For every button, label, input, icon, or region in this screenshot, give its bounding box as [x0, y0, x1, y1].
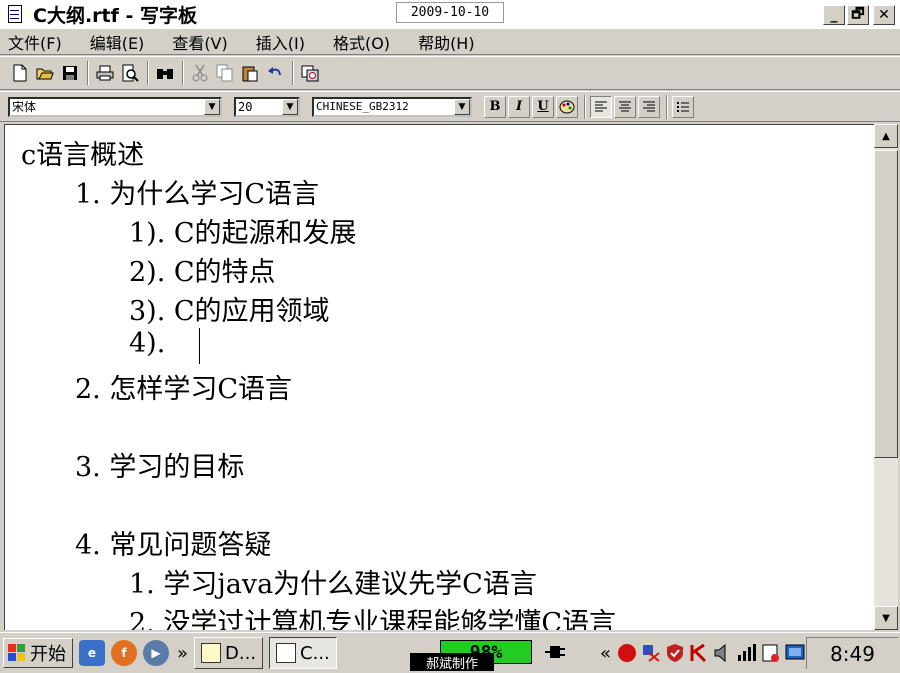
taskbar: 开始 e f ▶ » D... C... 98% 郝斌制作 « 8:49 — [0, 632, 900, 673]
bold-button[interactable]: B — [484, 95, 506, 118]
network-icon[interactable] — [641, 643, 661, 663]
task-button-wordpad[interactable]: C... — [269, 637, 337, 669]
volume-icon[interactable] — [713, 643, 733, 663]
restore-button[interactable]: 🗗 — [847, 5, 869, 25]
open-folder-icon[interactable] — [33, 61, 57, 85]
document-area[interactable]: c语言概述 1. 为什么学习C语言 1). C的起源和发展 2). C的特点 3… — [4, 124, 874, 630]
insert-datetime-icon[interactable] — [298, 61, 322, 85]
display-icon[interactable] — [785, 643, 805, 663]
font-name-value: 宋体 — [12, 100, 37, 114]
scroll-down-icon[interactable]: ▼ — [874, 606, 898, 630]
tray-expand[interactable]: « — [600, 643, 611, 664]
italic-button[interactable]: I — [508, 95, 530, 118]
bullets-icon[interactable] — [672, 95, 694, 118]
align-center-icon[interactable] — [614, 95, 636, 118]
menu-edit[interactable]: 编辑(E) — [86, 30, 149, 54]
minimize-button[interactable]: _ — [823, 5, 845, 25]
folder-icon — [201, 643, 222, 663]
script-value: CHINESE_GB2312 — [316, 100, 409, 113]
chevron-down-icon[interactable]: ▼ — [204, 98, 220, 115]
wordpad-icon[interactable] — [5, 4, 27, 26]
find-binoculars-icon[interactable] — [153, 61, 177, 85]
task-label: D... — [225, 642, 257, 664]
copy-icon[interactable] — [213, 61, 237, 85]
menu-help[interactable]: 帮助(H) — [414, 30, 479, 54]
system-tray: « — [600, 638, 809, 668]
menu-format[interactable]: 格式(O) — [329, 30, 394, 54]
doc-line: 4). — [129, 328, 166, 359]
doc-line: 1. 为什么学习C语言 — [75, 179, 320, 210]
menu-view[interactable]: 查看(V) — [168, 30, 231, 54]
color-palette-icon[interactable] — [556, 95, 578, 118]
doc-line: 4. 常见问题答疑 — [75, 530, 272, 561]
undo-arrow-icon[interactable] — [263, 61, 287, 85]
shield-icon[interactable] — [665, 643, 685, 663]
wordpad-window: C大纲.rtf - 写字板 2009-10-10 _ 🗗 ✕ 文件(F) 编辑(… — [0, 0, 900, 630]
stop-icon[interactable] — [617, 643, 637, 663]
window-title: C大纲.rtf - 写字板 — [33, 5, 197, 27]
cut-scissors-icon[interactable] — [188, 61, 212, 85]
wordpad-icon — [276, 643, 297, 663]
media-icon[interactable]: ▶ — [143, 640, 169, 666]
start-label: 开始 — [30, 644, 66, 665]
signal-bars-icon[interactable] — [737, 643, 757, 663]
print-preview-icon[interactable] — [118, 61, 142, 85]
doc-heading: c语言概述 — [21, 140, 145, 171]
script-select[interactable]: CHINESE_GB2312 ▼ — [312, 96, 472, 117]
vertical-scrollbar[interactable]: ▲ ▼ — [874, 124, 898, 630]
taskbar-clock[interactable]: 8:49 — [806, 637, 898, 669]
align-right-icon[interactable] — [638, 95, 660, 118]
close-button[interactable]: ✕ — [873, 5, 895, 25]
antivirus-k-icon[interactable] — [689, 643, 709, 663]
title-bar[interactable]: C大纲.rtf - 写字板 2009-10-10 _ 🗗 ✕ — [0, 0, 900, 29]
scroll-up-icon[interactable]: ▲ — [874, 124, 898, 148]
paste-clipboard-icon[interactable] — [238, 61, 262, 85]
font-size-value: 20 — [238, 99, 253, 114]
task-button-explorer[interactable]: D... — [194, 637, 264, 669]
underline-button[interactable]: U — [532, 95, 554, 118]
doc-line: 3). C的应用领域 — [129, 296, 330, 327]
menu-insert[interactable]: 插入(I) — [252, 30, 309, 54]
standard-toolbar — [0, 56, 900, 90]
quicklaunch-more[interactable]: » — [177, 643, 188, 664]
menu-file[interactable]: 文件(F) — [4, 30, 66, 54]
align-left-icon[interactable] — [590, 95, 612, 118]
format-toolbar: 宋体 ▼ 20 ▼ CHINESE_GB2312 ▼ B I U — [0, 91, 900, 122]
power-plug-icon[interactable] — [544, 643, 566, 666]
maker-watermark: 郝斌制作 — [410, 653, 494, 672]
font-size-select[interactable]: 20 ▼ — [234, 96, 300, 117]
print-icon[interactable] — [93, 61, 117, 85]
device-icon[interactable] — [761, 643, 781, 663]
text-caret — [199, 328, 200, 364]
menu-bar: 文件(F) 编辑(E) 查看(V) 插入(I) 格式(O) 帮助(H) — [0, 29, 900, 55]
new-document-icon[interactable] — [8, 61, 32, 85]
date-stamp: 2009-10-10 — [396, 2, 504, 23]
doc-line: 1). C的起源和发展 — [129, 218, 357, 249]
scroll-thumb[interactable] — [874, 150, 898, 458]
doc-line: 2. 没学过计算机专业课程能够学懂C语言 — [129, 608, 617, 630]
task-label: C... — [300, 642, 330, 664]
ie-icon[interactable]: e — [79, 640, 105, 666]
save-disk-icon[interactable] — [58, 61, 82, 85]
chevron-down-icon[interactable]: ▼ — [454, 98, 470, 115]
start-button[interactable]: 开始 — [3, 638, 73, 668]
doc-line: 1. 学习java为什么建议先学C语言 — [129, 569, 537, 600]
firefox-icon[interactable]: f — [111, 640, 137, 666]
windows-logo-icon — [8, 644, 26, 662]
chevron-down-icon[interactable]: ▼ — [282, 98, 298, 115]
doc-line: 2). C的特点 — [129, 257, 276, 288]
font-name-select[interactable]: 宋体 ▼ — [8, 96, 222, 117]
doc-line: 2. 怎样学习C语言 — [75, 374, 293, 405]
doc-line: 3. 学习的目标 — [75, 452, 245, 483]
